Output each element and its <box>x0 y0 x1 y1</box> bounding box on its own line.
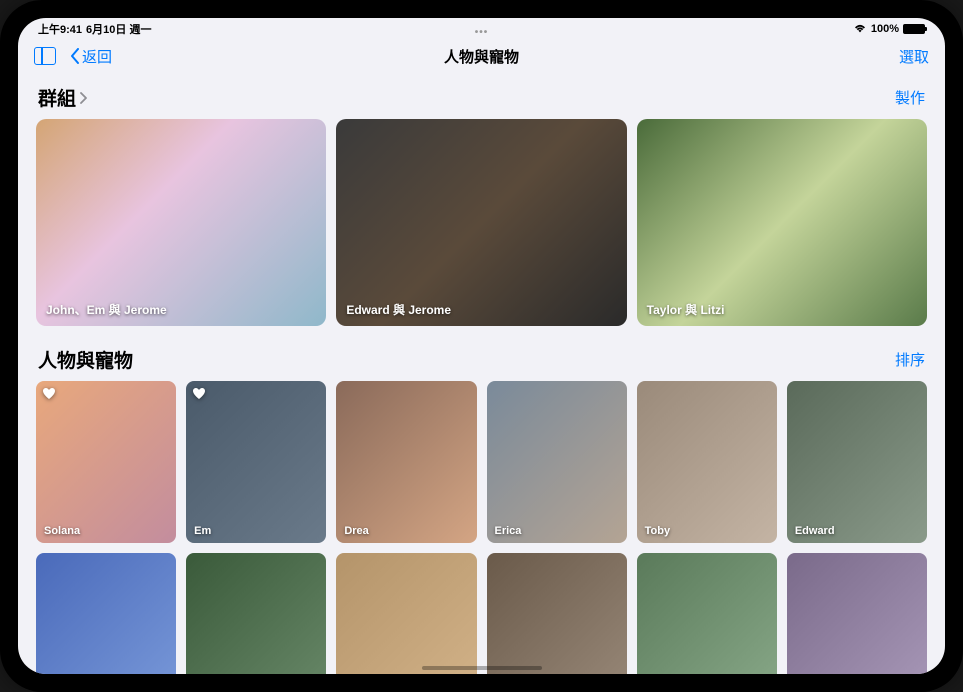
battery-percent: 100% <box>871 23 899 35</box>
favorite-heart-icon <box>42 387 56 401</box>
person-photo <box>637 553 777 674</box>
multitask-dots-icon[interactable]: ••• <box>475 27 489 38</box>
select-button[interactable]: 選取 <box>899 46 929 67</box>
person-photo <box>186 381 326 542</box>
person-label: Edward <box>795 525 835 537</box>
groups-header: 群組 製作 <box>36 78 927 119</box>
wifi-icon <box>853 24 867 34</box>
person-photo <box>36 553 176 674</box>
sort-button[interactable]: 排序 <box>895 349 925 370</box>
group-photo <box>637 119 927 326</box>
person-label: Em <box>194 525 211 537</box>
person-photo <box>787 381 927 542</box>
groups-title-button[interactable]: 群組 <box>38 84 87 111</box>
sidebar-toggle-button[interactable] <box>34 47 56 65</box>
chevron-left-icon <box>70 48 80 64</box>
person-photo <box>787 553 927 674</box>
person-photo <box>487 553 627 674</box>
person-label: Drea <box>344 525 368 537</box>
person-card[interactable]: Erica <box>487 381 627 542</box>
person-card[interactable]: Toby <box>637 381 777 542</box>
battery-icon <box>903 24 925 34</box>
groups-section: 群組 製作 John、Em 與 Jerome Edward 與 Jerom <box>36 78 927 326</box>
group-label: Edward 與 Jerome <box>346 301 451 318</box>
status-time: 上午9:41 <box>38 21 82 37</box>
person-card[interactable] <box>186 553 326 674</box>
content-scroll[interactable]: 群組 製作 John、Em 與 Jerome Edward 與 Jerom <box>18 74 945 674</box>
person-card[interactable]: Em <box>186 381 326 542</box>
person-card[interactable]: Drea <box>336 381 476 542</box>
chevron-right-icon <box>79 92 87 104</box>
back-button[interactable]: 返回 <box>70 46 112 67</box>
device-frame: 上午9:41 6月10日 週一 ••• 100% 返回 <box>0 0 963 692</box>
people-header: 人物與寵物 排序 <box>36 340 927 381</box>
group-card[interactable]: John、Em 與 Jerome <box>36 119 326 326</box>
person-photo <box>637 381 777 542</box>
home-indicator[interactable] <box>422 666 542 670</box>
nav-left: 返回 <box>34 46 112 67</box>
people-title-label: 人物與寵物 <box>38 346 133 373</box>
people-title: 人物與寵物 <box>38 346 133 373</box>
person-photo <box>336 553 476 674</box>
person-photo <box>186 553 326 674</box>
people-grid: Solana Em Drea Erica <box>36 381 927 674</box>
person-card[interactable]: Solana <box>36 381 176 542</box>
group-card[interactable]: Taylor 與 Litzi <box>637 119 927 326</box>
person-label: Toby <box>645 525 670 537</box>
status-left: 上午9:41 6月10日 週一 <box>38 21 151 37</box>
group-card[interactable]: Edward 與 Jerome <box>336 119 626 326</box>
group-photo <box>336 119 626 326</box>
group-photo <box>36 119 326 326</box>
back-label: 返回 <box>82 46 112 67</box>
person-card[interactable]: Edward <box>787 381 927 542</box>
favorite-heart-icon <box>192 387 206 401</box>
person-photo <box>487 381 627 542</box>
person-photo <box>336 381 476 542</box>
person-card[interactable] <box>36 553 176 674</box>
page-title: 人物與寵物 <box>444 46 519 67</box>
person-label: Solana <box>44 525 80 537</box>
status-date: 6月10日 週一 <box>86 21 151 37</box>
people-section: 人物與寵物 排序 Solana Em <box>36 340 927 674</box>
person-label: Erica <box>495 525 522 537</box>
groups-title-label: 群組 <box>38 84 76 111</box>
person-card[interactable] <box>787 553 927 674</box>
person-card[interactable] <box>487 553 627 674</box>
nav-bar: 返回 人物與寵物 選取 <box>18 38 945 74</box>
create-group-button[interactable]: 製作 <box>895 87 925 108</box>
person-card[interactable] <box>336 553 476 674</box>
person-photo <box>36 381 176 542</box>
person-card[interactable] <box>637 553 777 674</box>
group-label: John、Em 與 Jerome <box>46 301 167 318</box>
screen: 上午9:41 6月10日 週一 ••• 100% 返回 <box>18 18 945 674</box>
groups-grid: John、Em 與 Jerome Edward 與 Jerome Taylor … <box>36 119 927 326</box>
group-label: Taylor 與 Litzi <box>647 301 725 318</box>
status-bar: 上午9:41 6月10日 週一 ••• 100% <box>18 18 945 38</box>
status-right: 100% <box>853 23 925 35</box>
